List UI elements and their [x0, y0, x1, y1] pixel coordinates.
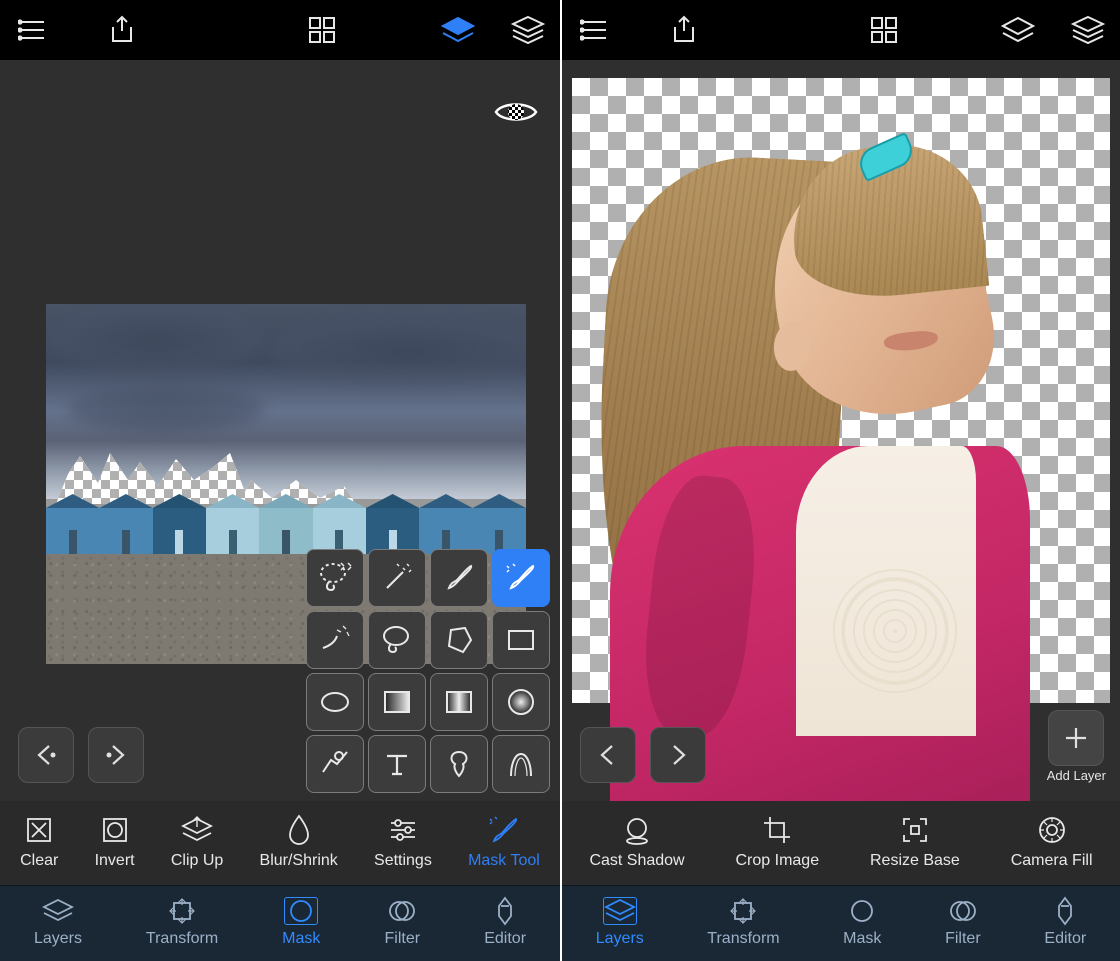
- clipup-label: Clip Up: [171, 852, 223, 870]
- layer-actions-bar: Cast Shadow Crop Image Resize Base Camer…: [562, 801, 1120, 885]
- hair-tool-icon[interactable]: [492, 735, 550, 793]
- top-toolbar: [562, 0, 1120, 60]
- mask-tool-palette: [306, 549, 550, 793]
- share-icon[interactable]: [664, 10, 704, 50]
- redo-button[interactable]: [88, 727, 144, 783]
- threshold-tool-icon[interactable]: [306, 735, 364, 793]
- clear-button[interactable]: Clear: [20, 814, 58, 870]
- clear-label: Clear: [20, 852, 58, 870]
- top-toolbar: [0, 0, 560, 60]
- share-icon[interactable]: [102, 10, 142, 50]
- undo-button[interactable]: [18, 727, 74, 783]
- cropimage-button[interactable]: Crop Image: [736, 814, 820, 870]
- list-icon[interactable]: [574, 10, 614, 50]
- nav-mask[interactable]: Mask: [282, 896, 320, 948]
- layers-stack-icon[interactable]: [508, 10, 548, 50]
- add-layer-button[interactable]: Add Layer: [1047, 710, 1106, 783]
- nav-transform[interactable]: Transform: [707, 896, 779, 948]
- cutout-subject: [644, 146, 1100, 703]
- text-tool-icon[interactable]: [368, 735, 426, 793]
- settings-label: Settings: [374, 852, 432, 870]
- lasso-auto-tool-icon[interactable]: [306, 549, 364, 607]
- edge-detect-tool-icon[interactable]: [306, 611, 364, 669]
- nav-transform[interactable]: Transform: [146, 896, 218, 948]
- camerafill-button[interactable]: Camera Fill: [1011, 814, 1093, 870]
- selected-layer-icon[interactable]: [438, 10, 478, 50]
- auto-brush-tool-icon[interactable]: [492, 549, 550, 607]
- visibility-toggle-icon[interactable]: [494, 98, 538, 131]
- polygon-lasso-tool-icon[interactable]: [430, 611, 488, 669]
- blurshrink-label: Blur/Shrink: [260, 852, 338, 870]
- gradient-reflected-tool-icon[interactable]: [430, 673, 488, 731]
- castshadow-button[interactable]: Cast Shadow: [589, 814, 684, 870]
- layers-stack-icon[interactable]: [1068, 10, 1108, 50]
- clipup-button[interactable]: Clip Up: [171, 814, 223, 870]
- selected-layer-icon[interactable]: [998, 10, 1038, 50]
- redo-button[interactable]: [650, 727, 706, 783]
- rectangle-tool-icon[interactable]: [492, 611, 550, 669]
- grid-icon[interactable]: [302, 10, 342, 50]
- nav-filter[interactable]: Filter: [945, 896, 981, 948]
- masktool-button[interactable]: Mask Tool: [468, 814, 540, 870]
- composite-image: [572, 78, 1110, 703]
- settings-button[interactable]: Settings: [374, 814, 432, 870]
- gradient-radial-tool-icon[interactable]: [492, 673, 550, 731]
- invert-label: Invert: [95, 852, 135, 870]
- ellipse-tool-icon[interactable]: [306, 673, 364, 731]
- grid-icon[interactable]: [864, 10, 904, 50]
- bottom-nav: Layers Transform Mask Filter Editor: [562, 885, 1120, 961]
- shape-tool-icon[interactable]: [430, 735, 488, 793]
- invert-button[interactable]: Invert: [95, 814, 135, 870]
- history-controls: [580, 727, 706, 783]
- undo-button[interactable]: [580, 727, 636, 783]
- nav-layers[interactable]: Layers: [596, 896, 644, 948]
- nav-filter[interactable]: Filter: [384, 896, 420, 948]
- masktool-label: Mask Tool: [468, 852, 540, 870]
- mask-editor-screen: Clear Invert Clip Up Blur/Shrink Setting…: [0, 0, 560, 961]
- free-lasso-tool-icon[interactable]: [368, 611, 426, 669]
- blurshrink-button[interactable]: Blur/Shrink: [260, 814, 338, 870]
- add-layer-label: Add Layer: [1047, 768, 1106, 783]
- nav-editor[interactable]: Editor: [484, 896, 526, 948]
- nav-mask[interactable]: Mask: [843, 896, 881, 948]
- brush-tool-icon[interactable]: [430, 549, 488, 607]
- nav-editor[interactable]: Editor: [1044, 896, 1086, 948]
- bottom-nav: Layers Transform Mask Filter Editor: [0, 885, 560, 961]
- resizebase-button[interactable]: Resize Base: [870, 814, 960, 870]
- list-icon[interactable]: [12, 10, 52, 50]
- canvas[interactable]: [0, 60, 560, 801]
- layers-screen: Add Layer Cast Shadow Crop Image Resize …: [560, 0, 1120, 961]
- gradient-linear-tool-icon[interactable]: [368, 673, 426, 731]
- wand-tool-icon[interactable]: [368, 549, 426, 607]
- mask-actions-bar: Clear Invert Clip Up Blur/Shrink Setting…: [0, 801, 560, 885]
- history-controls: [18, 727, 144, 783]
- canvas[interactable]: Add Layer: [562, 60, 1120, 801]
- nav-layers[interactable]: Layers: [34, 896, 82, 948]
